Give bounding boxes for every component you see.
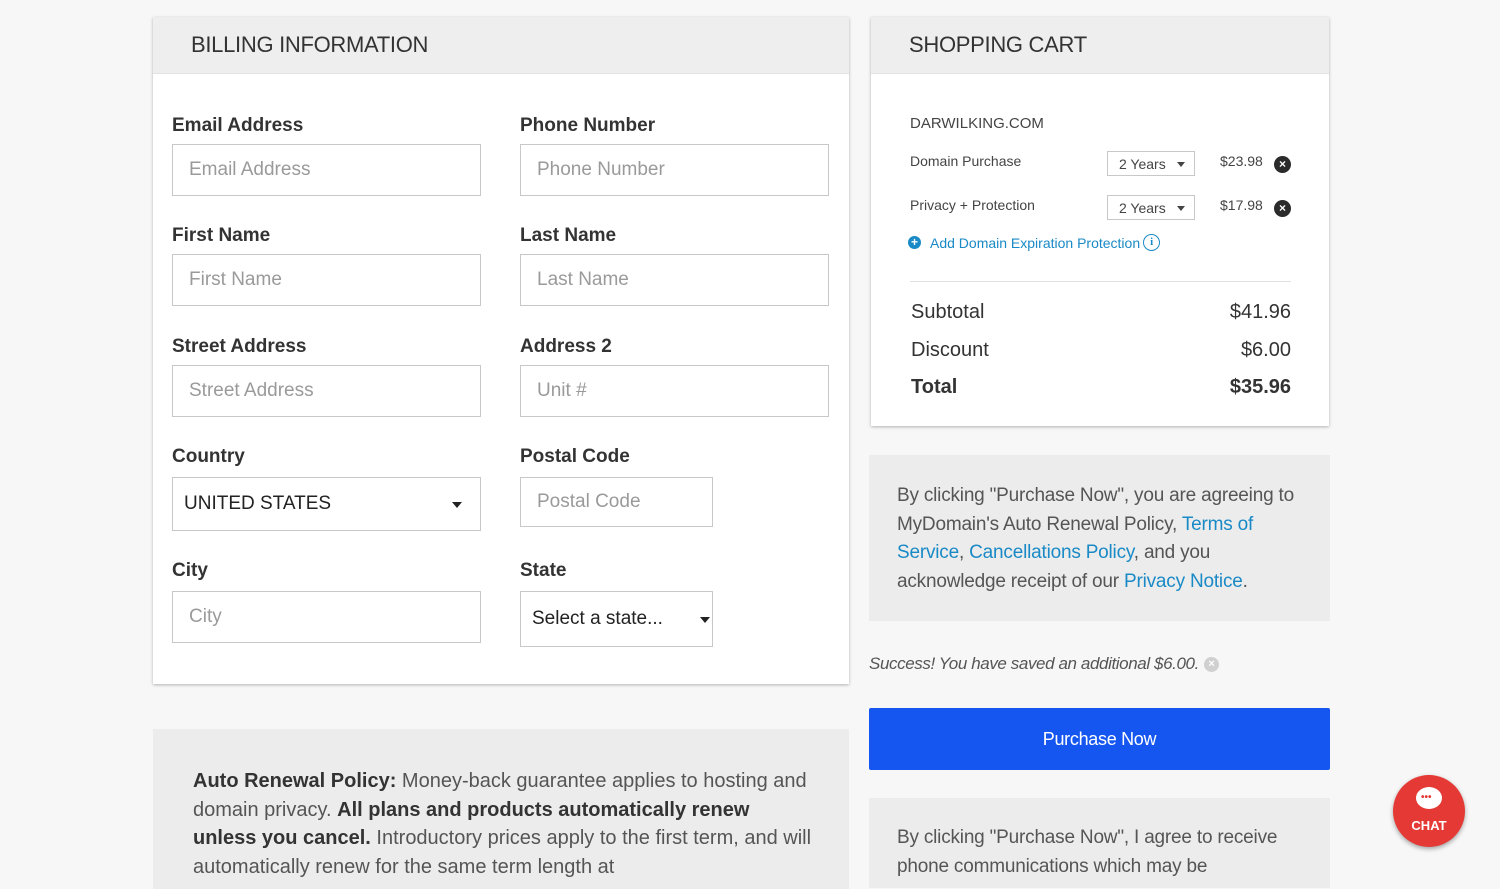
add-protection-label: Add Domain Expiration Protection <box>930 234 1141 251</box>
cart-divider <box>910 281 1291 282</box>
privacy-notice-link[interactable]: Privacy Notice <box>1124 571 1243 592</box>
chevron-down-icon <box>700 617 710 623</box>
purchase-now-button[interactable]: Purchase Now <box>869 708 1330 770</box>
auto-renewal-text: Auto Renewal Policy: Money-back guarante… <box>193 767 815 881</box>
cart-item-price: $23.98 <box>1220 153 1263 169</box>
cart-item-name: Domain Purchase <box>910 153 1022 169</box>
phone-consent-text: By clicking "Purchase Now", I agree to r… <box>897 827 1278 877</box>
chevron-down-icon <box>1177 162 1185 167</box>
discount-label: Discount <box>911 339 989 361</box>
cart-title: SHOPPING CART <box>871 17 1329 74</box>
total-value: $35.96 <box>1229 376 1291 398</box>
city-label: City <box>172 560 208 581</box>
email-label: Email Address <box>172 115 304 136</box>
cart-domain-name: DARWILKING.COM <box>910 115 1044 132</box>
success-message: Success! You have saved an additional $6… <box>869 654 1219 674</box>
term-value: 2 Years <box>1119 155 1166 172</box>
chat-button[interactable]: ••• CHAT <box>1393 775 1465 847</box>
auto-renewal-box: Auto Renewal Policy: Money-back guarante… <box>153 729 849 889</box>
country-label: Country <box>172 446 245 467</box>
city-field[interactable] <box>172 591 481 643</box>
remove-icon[interactable]: × <box>1274 156 1291 173</box>
chevron-down-icon <box>452 502 462 508</box>
phone-label: Phone Number <box>520 115 656 136</box>
chat-dots: ••• <box>1421 792 1432 803</box>
success-text: Success! You have saved an additional $6… <box>869 654 1199 673</box>
country-select[interactable]: UNITED STATES <box>172 477 481 531</box>
plus-circle-icon: + <box>908 236 921 249</box>
phone-consent-box: By clicking "Purchase Now", I agree to r… <box>869 798 1330 888</box>
first-name-label: First Name <box>172 225 271 246</box>
add-protection-link[interactable]: + Add Domain Expiration Protection i <box>908 234 1161 251</box>
agreement-box: By clicking "Purchase Now", you are agre… <box>869 455 1330 621</box>
last-name-label: Last Name <box>520 225 617 246</box>
first-name-field[interactable] <box>172 254 481 306</box>
street-label: Street Address <box>172 336 307 357</box>
close-icon[interactable]: × <box>1203 656 1219 672</box>
state-label: State <box>520 560 567 581</box>
agreement-comma: , <box>958 542 965 563</box>
subtotal-label: Subtotal <box>911 301 985 323</box>
term-value: 2 Years <box>1119 199 1166 216</box>
cart-item-name: Privacy + Protection <box>910 197 1035 213</box>
total-label: Total <box>911 376 958 398</box>
agreement-period: . <box>1242 570 1248 592</box>
email-field[interactable] <box>172 144 481 196</box>
discount-value: $6.00 <box>1240 339 1291 361</box>
last-name-field[interactable] <box>520 254 829 306</box>
billing-title: BILLING INFORMATION <box>153 17 849 74</box>
phone-field[interactable] <box>520 144 829 196</box>
address2-label: Address 2 <box>520 336 612 357</box>
country-value: UNITED STATES <box>184 493 332 514</box>
purchase-now-label: Purchase Now <box>1042 728 1157 749</box>
address2-field[interactable] <box>520 365 829 417</box>
auto-renewal-heading: Auto Renewal Policy: <box>193 770 397 792</box>
state-value: Select a state... <box>532 608 663 629</box>
postal-label: Postal Code <box>520 446 630 467</box>
remove-icon[interactable]: × <box>1274 200 1291 217</box>
agreement-text: By clicking "Purchase Now", you are agre… <box>897 482 1309 596</box>
state-select[interactable]: Select a state... <box>520 591 713 647</box>
chat-bubble-icon: ••• <box>1416 787 1442 809</box>
billing-panel: BILLING INFORMATION Email Address Phone … <box>153 17 849 684</box>
shopping-cart-panel: SHOPPING CART DARWILKING.COM Domain Purc… <box>871 17 1329 426</box>
term-select[interactable]: 2 Years <box>1107 195 1195 220</box>
chat-label: CHAT <box>1411 818 1447 833</box>
postal-code-field[interactable] <box>520 477 713 527</box>
cart-item-price: $17.98 <box>1220 197 1263 213</box>
street-address-field[interactable] <box>172 365 481 417</box>
info-icon[interactable]: i <box>1143 234 1161 251</box>
term-select[interactable]: 2 Years <box>1107 151 1195 176</box>
subtotal-value: $41.96 <box>1229 301 1291 323</box>
chevron-down-icon <box>1177 206 1185 211</box>
cancellations-policy-link[interactable]: Cancellations Policy <box>969 542 1134 563</box>
